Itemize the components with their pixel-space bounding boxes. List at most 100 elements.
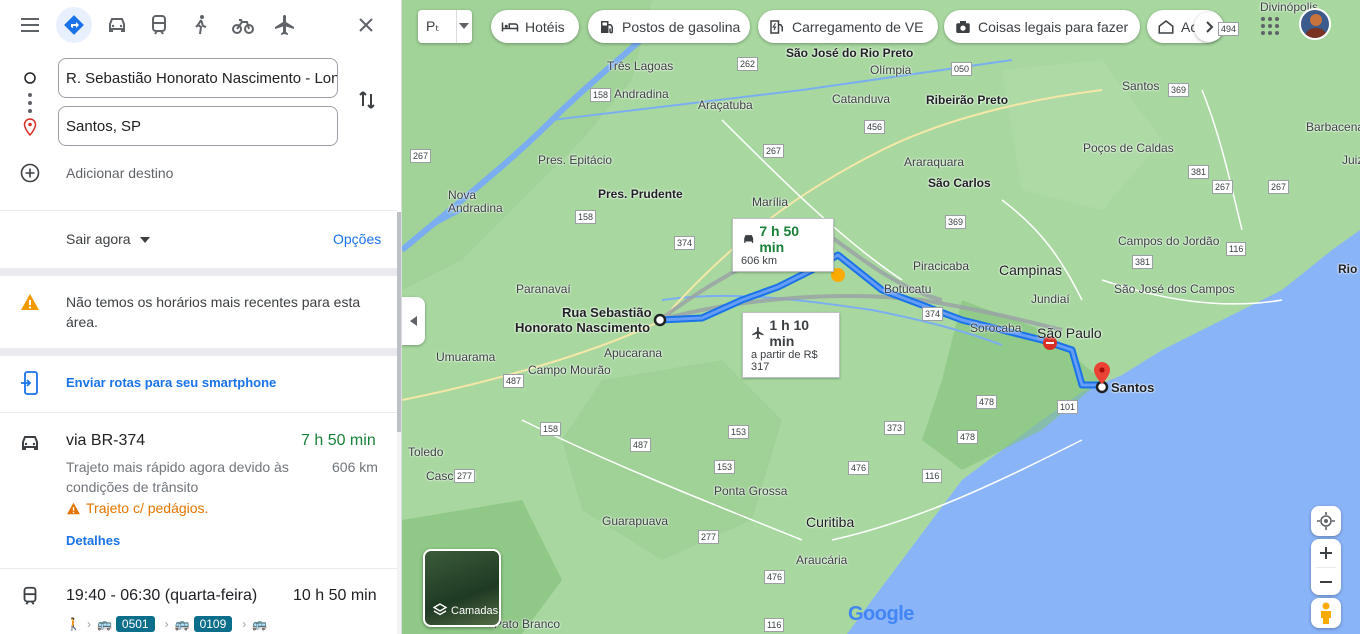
google-logo: Google [848, 603, 914, 626]
separator [456, 10, 457, 43]
callout-distance: 606 km [741, 255, 778, 267]
city-label: Piracicaba [913, 259, 970, 273]
chevron-down-icon [459, 23, 469, 29]
close-icon [359, 18, 373, 32]
chevron-down-icon[interactable] [140, 237, 150, 243]
route-dot [28, 93, 32, 97]
zoom-in-icon[interactable] [1319, 546, 1333, 560]
city-label: Campos do Jordão [1118, 234, 1220, 248]
close-directions-button[interactable] [348, 7, 384, 43]
chip-ev-charging[interactable]: Carregamento de VE [758, 10, 938, 43]
zoom-out-icon[interactable] [1319, 575, 1333, 589]
city-label: Catanduva [832, 92, 891, 106]
city-label: Jundiaí [1031, 292, 1070, 306]
road-shield: 374 [674, 236, 696, 250]
route-option-car[interactable]: via BR-374 7 h 50 min 606 km Trajeto mai… [0, 413, 397, 568]
city-label: Três Lagoas [607, 59, 674, 73]
route-description-line2: condições de trânsito [66, 479, 199, 495]
separator [1316, 566, 1336, 568]
avatar[interactable] [1299, 8, 1331, 40]
apps-grid-icon[interactable] [1260, 16, 1280, 36]
city-label: Olímpia [870, 63, 912, 77]
city-label: Toledo [408, 445, 444, 459]
road-shield: 153 [714, 460, 736, 474]
road-shield: 153 [728, 425, 750, 439]
bicycle-icon [232, 19, 254, 34]
road-shield: 487 [630, 438, 652, 452]
send-to-phone-icon[interactable] [20, 371, 40, 395]
origin-input[interactable]: R. Sebastião Honorato Nascimento - Londr… [58, 58, 338, 98]
road-shield: 369 [945, 215, 967, 229]
route-option-transit[interactable]: 19:40 - 06:30 (quarta-feira) 10 h 50 min… [0, 569, 397, 634]
road-shield: 476 [848, 461, 870, 475]
warning-icon [67, 502, 80, 515]
menu-button[interactable] [12, 7, 48, 43]
mode-flight-button[interactable] [267, 7, 303, 43]
layers-button[interactable]: Camadas [423, 549, 501, 627]
house-icon [1158, 19, 1174, 34]
mode-best-route-button[interactable] [56, 7, 92, 43]
city-label: Barbacena [1306, 120, 1360, 134]
mode-transit-button[interactable] [141, 7, 177, 43]
street-view-button[interactable] [1311, 598, 1341, 628]
route-dot [28, 101, 32, 105]
swap-icon[interactable] [355, 88, 379, 112]
city-label: Pres. Epitácio [538, 153, 613, 167]
add-circle-icon[interactable] [20, 163, 40, 183]
gas-station-icon [601, 20, 613, 33]
road-shield: 369 [1168, 83, 1190, 97]
route-details-link[interactable]: Detalhes [66, 533, 120, 548]
city-label: Poços de Caldas [1083, 141, 1174, 155]
mode-bike-button[interactable] [225, 7, 261, 43]
origin-map-label-line2: Honorato Nascimento [515, 320, 651, 335]
city-label: Umuarama [436, 350, 496, 364]
toll-warning: Trajeto c/ pedágios. [86, 500, 209, 516]
route-dot [28, 109, 32, 113]
chip-hotels[interactable]: Hotéis [491, 10, 579, 43]
warning-icon [21, 294, 39, 310]
bus-icon: 🚌 [96, 617, 112, 631]
send-to-phone-link[interactable]: Enviar rotas para seu smartphone [66, 375, 276, 390]
my-location-button[interactable] [1311, 506, 1341, 536]
road-shield: 116 [764, 618, 785, 632]
directions-icon [64, 15, 84, 35]
options-link[interactable]: Opções [333, 231, 381, 247]
road-shield: 267 [1268, 180, 1290, 194]
road-shield: 158 [590, 88, 612, 102]
city-label: São Carlos [928, 176, 991, 190]
train-icon [23, 586, 37, 605]
add-destination-button[interactable]: Adicionar destino [66, 165, 173, 181]
map-canvas[interactable]: Três Lagoas Andradina Araçatuba São José… [402, 0, 1360, 634]
route-title: via BR-374 [66, 432, 146, 449]
chip-things-to-do[interactable]: Coisas legais para fazer [944, 10, 1140, 43]
road-shield: 158 [575, 210, 597, 224]
hamburger-menu-icon [21, 18, 39, 32]
chevron-right-icon [1206, 21, 1214, 33]
city-label: Pato Branco [494, 617, 561, 631]
schedule-notice: Não temos os horários mais recentes para… [66, 294, 361, 330]
road-shield: 381 [1188, 165, 1210, 179]
mode-car-button[interactable] [99, 7, 135, 43]
zoom-controls [1311, 539, 1341, 595]
car-icon [22, 436, 38, 450]
collapse-panel-button[interactable] [402, 297, 425, 345]
city-label: Araçatuba [698, 98, 753, 112]
divider [0, 268, 397, 276]
city-label: Andradina [614, 87, 669, 101]
mode-walk-button[interactable] [183, 7, 219, 43]
step-chevron-icon: › [164, 617, 169, 631]
origin-circle-icon [24, 72, 36, 84]
depart-time-selector[interactable]: Sair agora [66, 231, 131, 247]
destination-input[interactable]: Santos, SP [58, 106, 338, 146]
my-location-icon [1317, 512, 1335, 530]
car-icon [744, 235, 754, 243]
chip-label: Coisas legais para fazer [978, 18, 1129, 35]
road-shield: 267 [410, 149, 432, 163]
flight-duration-callout[interactable]: 1 h 10 min a partir de R$ 317 [742, 312, 840, 378]
callout-duration: 7 h 50 min [759, 223, 800, 255]
route-inputs: R. Sebastião Honorato Nascimento - Londr… [0, 52, 401, 212]
chip-gas-stations[interactable]: Postos de gasolina [588, 10, 750, 43]
city-label: Andradina [448, 201, 503, 215]
map-type-button[interactable]: Pₜ [418, 10, 472, 43]
car-duration-callout[interactable]: 7 h 50 min 606 km [732, 218, 834, 272]
